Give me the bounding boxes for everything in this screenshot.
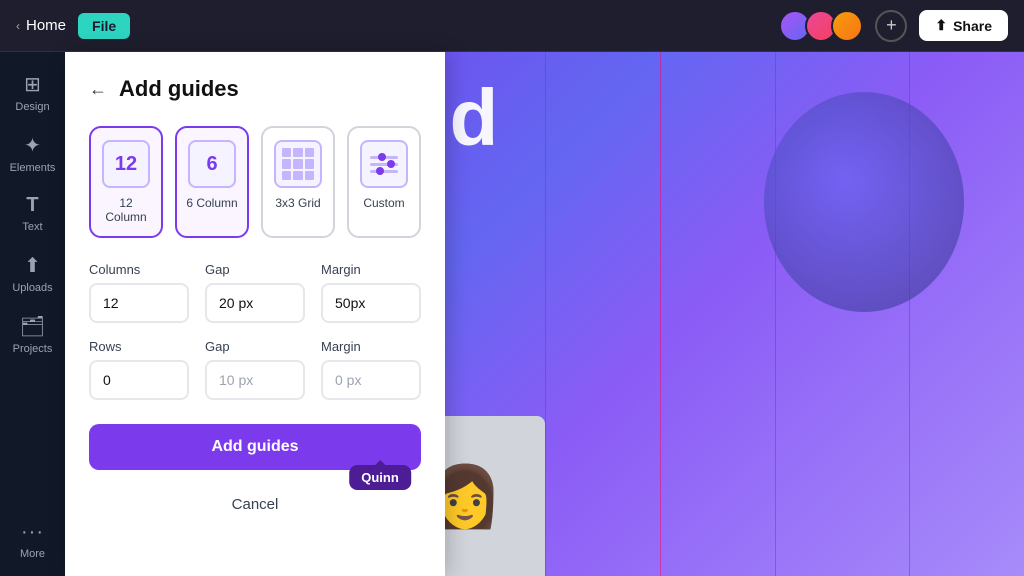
sidebar-more[interactable]: ··· More [20, 521, 45, 560]
sidebar-label-uploads: Uploads [12, 282, 52, 294]
dialog-title: Add guides [119, 76, 239, 102]
add-guides-button[interactable]: Add guides [89, 424, 421, 470]
guide-card-6col[interactable]: 6 6 Column [175, 126, 249, 238]
col-margin-label: Margin [321, 262, 421, 277]
columns-group: Columns [89, 262, 189, 323]
columns-input[interactable] [89, 283, 189, 323]
row-margin-input[interactable] [321, 360, 421, 400]
guide-line-7 [775, 52, 776, 576]
row-gap-group: Gap [205, 339, 305, 400]
dialog-header: ← Add guides [89, 76, 421, 102]
avatar-3 [831, 10, 863, 42]
cursor-tooltip: Quinn [349, 465, 411, 490]
more-icon: ··· [21, 521, 44, 544]
avatars-group [779, 10, 863, 42]
rows-form-row: Rows Gap Margin [89, 339, 421, 400]
sidebar-label-projects: Projects [13, 343, 53, 355]
sidebar-label-text: Text [22, 221, 42, 233]
sidebar: ⊞ Design ✦ Elements T Text ⬆ Uploads 🗂 P… [0, 52, 65, 576]
sidebar-label-more: More [20, 548, 45, 560]
col-gap-group: Gap [205, 262, 305, 323]
guide-line-6 [660, 52, 661, 576]
home-button[interactable]: ‹ Home [16, 17, 66, 34]
row-margin-group: Margin [321, 339, 421, 400]
col-margin-input[interactable] [321, 283, 421, 323]
guide-card-3x3[interactable]: 3x3 Grid [261, 126, 335, 238]
canvas-3d-decoration [764, 92, 964, 312]
share-button[interactable]: ⬆ Share [919, 10, 1008, 41]
col-gap-label: Gap [205, 262, 305, 277]
sidebar-item-design[interactable]: ⊞ Design [5, 64, 61, 121]
add-collaborator-button[interactable]: + [875, 10, 907, 42]
sidebar-item-text[interactable]: T Text [5, 186, 61, 241]
row-gap-label: Gap [205, 339, 305, 354]
back-button[interactable]: ← [89, 79, 107, 100]
elements-icon: ✦ [24, 133, 41, 158]
design-icon: ⊞ [24, 72, 41, 97]
rows-group: Rows [89, 339, 189, 400]
guide-type-cards: 12 12 Column 6 6 Column 3 [89, 126, 421, 238]
sliders-visual [370, 156, 398, 173]
grid3x3-icon [274, 140, 322, 188]
add-guides-dialog: ← Add guides 12 12 Column 6 6 Column [65, 52, 445, 576]
col6-icon: 6 [188, 140, 236, 188]
row-gap-input[interactable] [205, 360, 305, 400]
chevron-left-icon: ‹ [16, 19, 20, 33]
projects-icon: 🗂 [20, 314, 45, 339]
tooltip-label: Quinn [361, 470, 399, 485]
custom-icon [360, 140, 408, 188]
guide-card-custom[interactable]: Custom [347, 126, 421, 238]
col12-label: 12 Column [99, 196, 153, 224]
sidebar-label-elements: Elements [10, 162, 56, 174]
share-icon: ⬆ [935, 17, 947, 34]
uploads-icon: ⬆ [24, 253, 41, 278]
share-label: Share [953, 18, 992, 34]
guide-card-12col[interactable]: 12 12 Column [89, 126, 163, 238]
home-label: Home [26, 17, 66, 34]
custom-label: Custom [363, 196, 404, 210]
columns-label: Columns [89, 262, 189, 277]
sidebar-label-design: Design [15, 101, 49, 113]
topbar-right: + ⬆ Share [779, 10, 1008, 42]
sidebar-item-projects[interactable]: 🗂 Projects [5, 306, 61, 363]
col12-icon: 12 [102, 140, 150, 188]
topbar: ‹ Home File + ⬆ Share [0, 0, 1024, 52]
file-button[interactable]: File [78, 13, 130, 39]
col6-label: 6 Column [186, 196, 237, 210]
sidebar-item-uploads[interactable]: ⬆ Uploads [5, 245, 61, 302]
row-margin-label: Margin [321, 339, 421, 354]
sidebar-item-elements[interactable]: ✦ Elements [5, 125, 61, 182]
rows-input[interactable] [89, 360, 189, 400]
col-gap-input[interactable] [205, 283, 305, 323]
col-margin-group: Margin [321, 262, 421, 323]
topbar-left: ‹ Home File [16, 13, 130, 39]
text-icon: T [26, 194, 38, 217]
columns-form-row: Columns Gap Margin [89, 262, 421, 323]
grid3x3-label: 3x3 Grid [275, 196, 320, 210]
grid3x3-visual [282, 148, 314, 180]
rows-label: Rows [89, 339, 189, 354]
